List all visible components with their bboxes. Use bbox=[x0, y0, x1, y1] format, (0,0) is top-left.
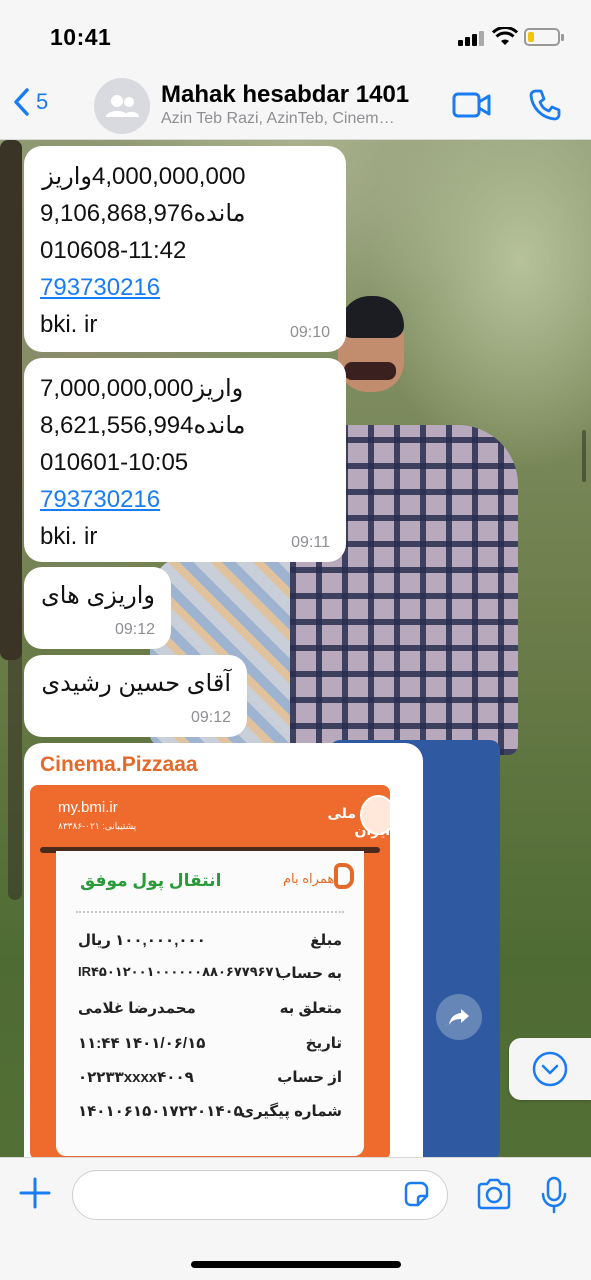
receipt-site: my.bmi.ir bbox=[58, 799, 118, 816]
video-camera-icon bbox=[452, 92, 491, 118]
receipt-row-label: مبلغ bbox=[310, 932, 342, 949]
receipt-row-label: متعلق به bbox=[279, 1000, 342, 1017]
receipt-row-value: محمدرضا غلامی bbox=[78, 1000, 196, 1017]
wallpaper-person-hair bbox=[340, 296, 404, 338]
forward-button[interactable] bbox=[436, 994, 482, 1040]
receipt-paper: همراه بام انتقال پول موفق مبلغ ۱۰۰,۰۰۰,۰… bbox=[56, 851, 364, 1156]
bank-logo-icon bbox=[360, 795, 390, 835]
microphone-button[interactable] bbox=[540, 1176, 568, 1219]
camera-button[interactable] bbox=[476, 1178, 512, 1215]
receipt-row-value: ۱۴۰۱/۰۶/۱۵ ۱۱:۴۴ bbox=[78, 1035, 206, 1052]
receipt-row-value: ۰۲۲۳۳xxxx۴۰۰۹ bbox=[78, 1069, 194, 1086]
microphone-icon bbox=[541, 1176, 567, 1214]
message-sender[interactable]: Cinema.Pizzaaa bbox=[40, 753, 198, 777]
message-line: 7,000,000,000واریز bbox=[40, 375, 244, 402]
chat-scrollbar[interactable] bbox=[582, 430, 586, 482]
message-time: 09:12 bbox=[114, 621, 155, 638]
status-time: 10:41 bbox=[50, 24, 112, 50]
chevron-left-icon bbox=[14, 88, 29, 116]
message-link[interactable]: 793730216 bbox=[40, 481, 246, 518]
receipt-row-value: ۱۴۰۱۰۶۱۵۰۱۷۲۲۰۱۴۰۵ bbox=[78, 1103, 243, 1120]
chat-participants[interactable]: Azin Teb Razi, AzinTeb, Cinem… bbox=[161, 110, 395, 128]
wallpaper-person-glasses bbox=[344, 362, 396, 380]
attach-button[interactable] bbox=[18, 1176, 52, 1215]
message-text: 4,000,000,000واریز 9,106,868,976مانده 01… bbox=[40, 158, 246, 343]
receipt-divider bbox=[76, 911, 344, 913]
message-input[interactable] bbox=[72, 1170, 448, 1220]
voice-call-button[interactable] bbox=[528, 88, 562, 127]
status-bar: 10:41 bbox=[0, 0, 591, 75]
bam-logo-icon bbox=[334, 863, 354, 889]
composer-bar bbox=[0, 1157, 591, 1280]
message-bubble[interactable]: آقای حسین رشیدی 09:12 bbox=[24, 655, 247, 737]
receipt-row-value: IR۴۵۰۱۲۰۰۱۰۰۰۰۰۰۸۸۰۶۷۷۹۶۷۱ bbox=[78, 964, 282, 979]
message-bubble[interactable]: 7,000,000,000واریز 8,621,556,994مانده 01… bbox=[24, 358, 346, 562]
message-line: 010601-10:05 bbox=[40, 449, 189, 476]
bank-receipt-image[interactable]: my.bmi.ir پشتیبانی: ۰۲۱-۸۳۳۸۶ بانک ملی ا… bbox=[30, 785, 390, 1160]
receipt-row-value: ۱۰۰,۰۰۰,۰۰۰ ریال bbox=[78, 932, 206, 949]
message-line: 8,621,556,994مانده bbox=[40, 412, 246, 439]
message-text: واریزی های bbox=[41, 582, 155, 609]
chevron-down-circle-icon bbox=[532, 1051, 568, 1087]
sticker-icon bbox=[404, 1181, 429, 1207]
receipt-app-name: همراه بام bbox=[283, 871, 335, 886]
unread-count: 5 bbox=[36, 89, 49, 114]
scroll-to-bottom-button[interactable] bbox=[509, 1038, 591, 1100]
back-button[interactable]: 5 bbox=[12, 87, 48, 117]
group-avatar[interactable] bbox=[94, 78, 150, 134]
message-line: 4,000,000,000واریز bbox=[42, 163, 246, 190]
sticker-button[interactable] bbox=[402, 1180, 430, 1213]
share-arrow-icon bbox=[449, 1009, 469, 1025]
message-link[interactable]: 793730216 bbox=[40, 269, 246, 306]
camera-icon bbox=[477, 1178, 511, 1210]
message-bubble[interactable]: 4,000,000,000واریز 9,106,868,976مانده 01… bbox=[24, 146, 346, 352]
receipt-support: پشتیبانی: ۰۲۱-۸۳۳۸۶ bbox=[58, 821, 137, 831]
video-call-button[interactable] bbox=[452, 91, 492, 124]
receipt-row-label: شماره پیگیری bbox=[240, 1103, 342, 1120]
receipt-row-label: به حساب bbox=[276, 965, 342, 982]
message-text: 7,000,000,000واریز 8,621,556,994مانده 01… bbox=[40, 370, 246, 555]
chat-header: 5 Mahak hesabdar 1401 Azin Teb Razi, Azi… bbox=[0, 75, 591, 140]
cellular-signal-icon bbox=[458, 30, 488, 46]
home-indicator bbox=[191, 1261, 401, 1268]
phone-icon bbox=[529, 89, 561, 121]
message-bubble[interactable]: واریزی های 09:12 bbox=[24, 567, 171, 649]
message-text: آقای حسین رشیدی bbox=[41, 670, 231, 697]
plus-icon bbox=[19, 1177, 51, 1209]
battery-icon bbox=[524, 28, 564, 46]
group-icon bbox=[106, 95, 139, 117]
receipt-status: انتقال پول موفق bbox=[80, 871, 222, 890]
message-time: 09:10 bbox=[289, 324, 330, 341]
message-time: 09:12 bbox=[190, 709, 231, 726]
message-line: 010608-11:42 bbox=[40, 237, 187, 264]
message-time: 09:11 bbox=[291, 534, 330, 551]
receipt-row-label: تاریخ bbox=[305, 1035, 342, 1052]
receipt-row-label: از حساب bbox=[277, 1069, 342, 1086]
message-line: bki. ir bbox=[40, 523, 98, 550]
chat-title[interactable]: Mahak hesabdar 1401 bbox=[161, 81, 409, 109]
battery-level bbox=[528, 32, 534, 42]
message-line: 9,106,868,976مانده bbox=[40, 200, 246, 227]
message-line: bki. ir bbox=[40, 311, 98, 338]
wifi-icon bbox=[491, 26, 519, 52]
